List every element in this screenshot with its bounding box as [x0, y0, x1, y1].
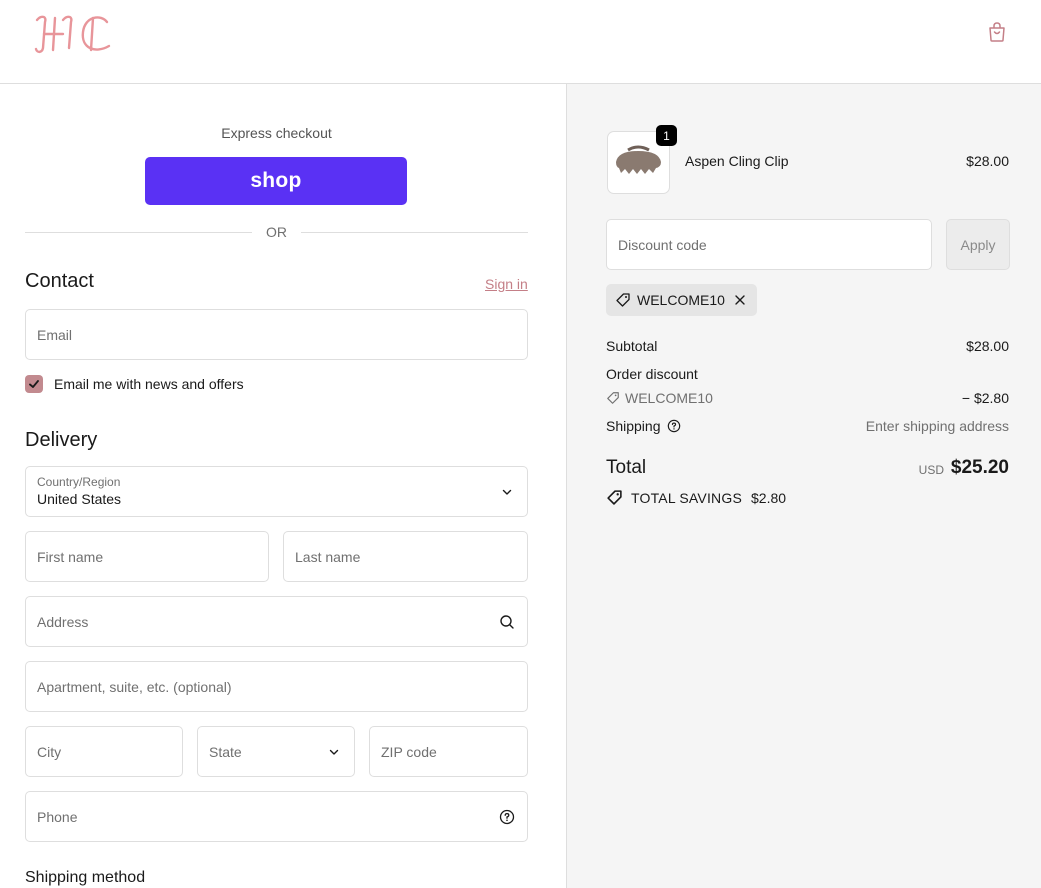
tag-icon [607, 490, 622, 505]
apartment-placeholder: Apartment, suite, etc. (optional) [37, 678, 232, 695]
country-value: United States [37, 491, 122, 507]
product-name: Aspen Cling Clip [685, 153, 789, 169]
checkmark-icon [29, 380, 39, 388]
chevron-down-icon [502, 489, 512, 495]
discount-code-name: WELCOME10 [625, 390, 713, 406]
discount-code-row: WELCOME10 [606, 390, 713, 406]
discount-code-field[interactable]: Discount code [606, 219, 932, 270]
zip-field[interactable]: ZIP code [369, 726, 528, 777]
checkout-form-panel: Express checkout shop OR Contact Sign in… [0, 84, 566, 888]
last-name-placeholder: Last name [295, 548, 361, 565]
chevron-down-icon [329, 749, 339, 755]
zip-placeholder: ZIP code [381, 743, 437, 760]
first-name-field[interactable]: First name [25, 531, 269, 582]
applied-discount-chip: WELCOME10 [606, 284, 757, 316]
phone-field[interactable]: Phone [25, 791, 528, 842]
shipping-value: Enter shipping address [865, 418, 1009, 434]
product-price: $28.00 [966, 153, 1009, 169]
state-select[interactable]: State [197, 726, 355, 777]
order-discount-label: Order discount [606, 366, 698, 382]
country-select[interactable]: Country/Region United States [25, 466, 528, 517]
country-label: Country/Region [37, 475, 121, 489]
contact-heading: Contact [25, 270, 94, 292]
newsletter-checkbox[interactable] [25, 375, 43, 393]
search-icon[interactable] [499, 614, 515, 630]
total-currency: USD [918, 463, 944, 477]
store-logo[interactable] [33, 12, 117, 56]
delivery-heading: Delivery [25, 429, 98, 451]
express-checkout-label: Express checkout [221, 125, 332, 141]
help-icon[interactable] [499, 809, 515, 825]
shopping-bag-icon[interactable] [985, 20, 1009, 44]
savings-value: $2.80 [751, 489, 787, 506]
shipping-label: Shipping [606, 418, 661, 434]
sign-in-link[interactable]: Sign in [485, 276, 528, 292]
address-field[interactable]: Address [25, 596, 528, 647]
subtotal-label: Subtotal [606, 338, 658, 354]
first-name-placeholder: First name [37, 548, 104, 565]
tag-icon [616, 293, 630, 307]
checkout-header [0, 0, 1041, 84]
savings-label: TOTAL SAVINGS [631, 489, 742, 506]
city-field[interactable]: City [25, 726, 183, 777]
shipping-row: Shipping [606, 418, 681, 434]
or-label: OR [266, 224, 287, 240]
help-icon[interactable] [667, 419, 681, 433]
quantity-badge: 1 [656, 125, 677, 146]
phone-placeholder: Phone [37, 808, 78, 825]
discount-placeholder: Discount code [618, 236, 707, 253]
order-summary-panel: 1 Aspen Cling Clip $28.00 Discount code … [566, 84, 1041, 888]
city-placeholder: City [37, 743, 62, 760]
remove-discount-icon[interactable] [734, 294, 746, 306]
subtotal-value: $28.00 [966, 338, 1009, 354]
total-value: $25.20 [950, 457, 1009, 478]
tag-icon [607, 392, 619, 404]
apply-discount-button[interactable]: Apply [946, 219, 1010, 270]
divider-line [301, 231, 528, 233]
email-field[interactable]: Email [25, 309, 528, 360]
newsletter-label: Email me with news and offers [54, 376, 244, 392]
address-placeholder: Address [37, 613, 89, 630]
discount-amount: − $2.80 [961, 390, 1009, 406]
or-divider: OR [25, 222, 528, 242]
total-label: Total [606, 457, 647, 478]
newsletter-option[interactable]: Email me with news and offers [25, 375, 244, 393]
shipping-method-heading: Shipping method [25, 869, 146, 886]
apartment-field[interactable]: Apartment, suite, etc. (optional) [25, 661, 528, 712]
shop-pay-button[interactable]: shop [145, 157, 407, 205]
total-savings: TOTAL SAVINGS $2.80 [606, 489, 786, 506]
applied-code-text: WELCOME10 [637, 292, 725, 308]
last-name-field[interactable]: Last name [283, 531, 528, 582]
state-placeholder: State [209, 743, 242, 760]
email-placeholder: Email [37, 326, 73, 343]
divider-line [25, 231, 252, 233]
